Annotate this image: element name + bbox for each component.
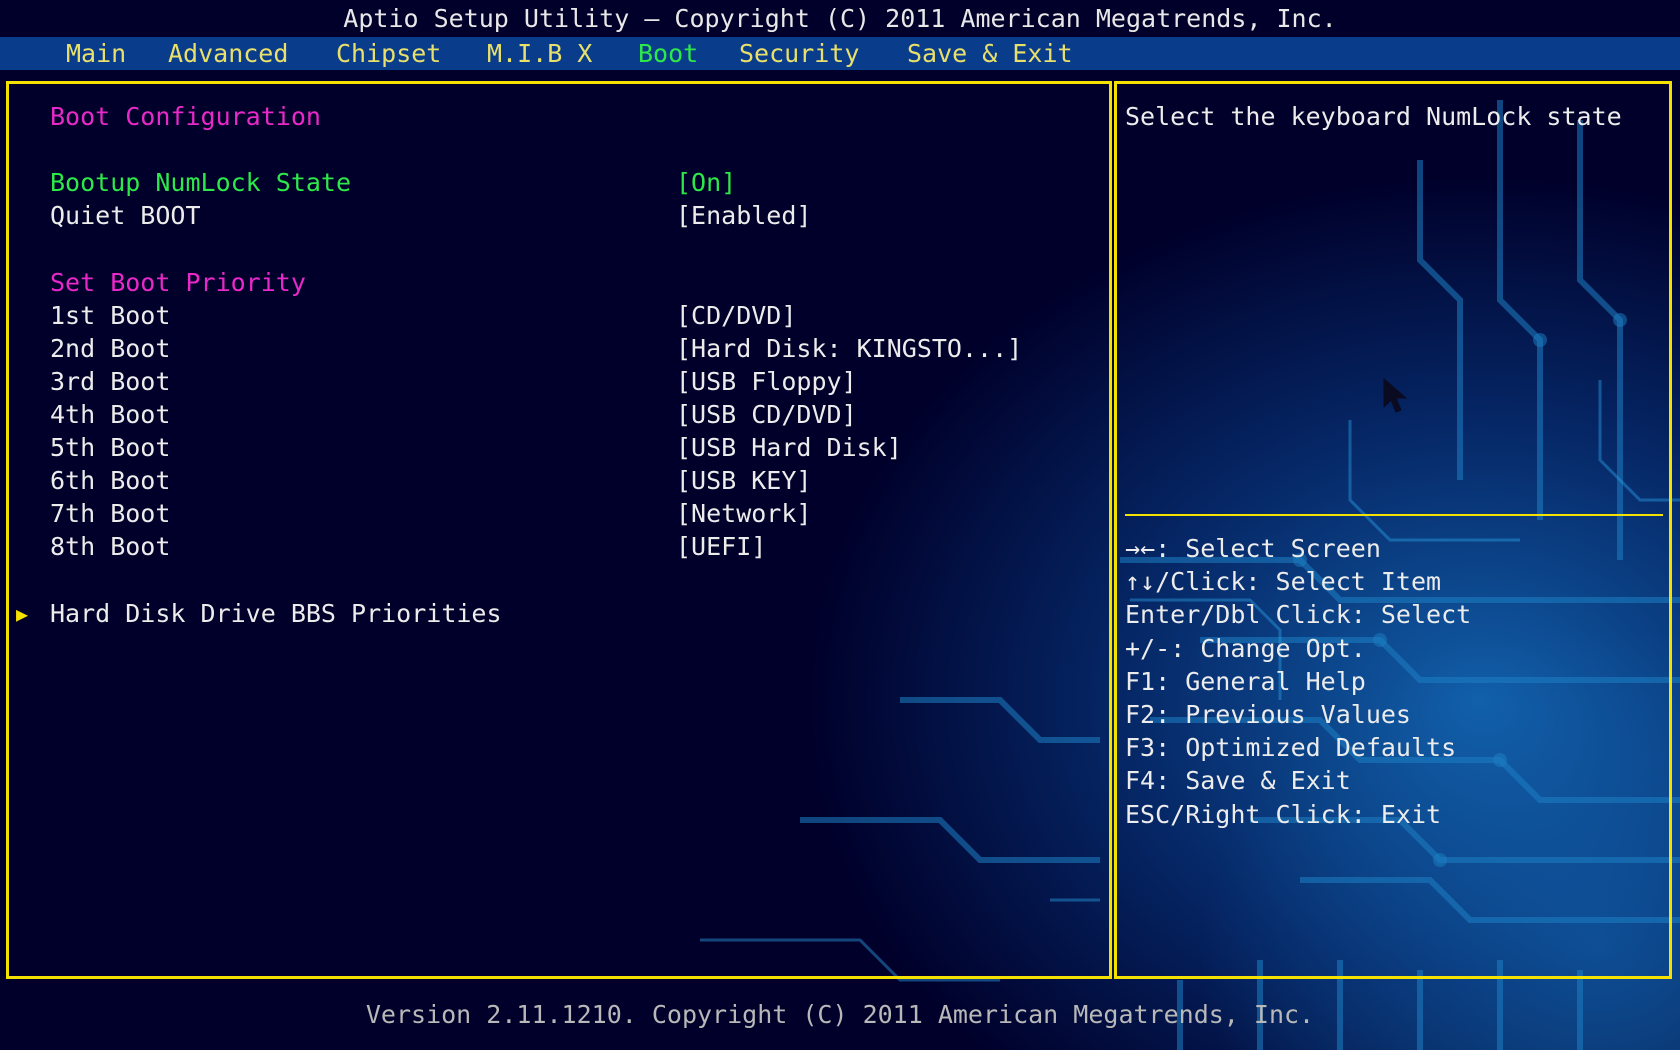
numlock-value[interactable]: [On] bbox=[676, 166, 736, 199]
key-hint-general-help: F1: General Help bbox=[1125, 666, 1366, 696]
section-set-boot-priority: Set Boot Priority bbox=[50, 268, 306, 297]
boot-option-4-label[interactable]: 4th Boot bbox=[50, 398, 170, 431]
tab-advanced[interactable]: Advanced bbox=[168, 37, 288, 70]
key-legend: →←: Select Screen ↑↓/Click: Select Item … bbox=[1125, 532, 1471, 831]
boot-option-7-value[interactable]: [Network] bbox=[676, 497, 811, 530]
window-title: Aptio Setup Utility – Copyright (C) 2011… bbox=[343, 4, 1337, 33]
boot-option-7-label[interactable]: 7th Boot bbox=[50, 497, 170, 530]
boot-option-2-value[interactable]: [Hard Disk: KINGSTO...] bbox=[676, 332, 1022, 365]
tab-save-exit[interactable]: Save & Exit bbox=[907, 37, 1073, 70]
tab-security[interactable]: Security bbox=[739, 37, 859, 70]
version-footer: Version 2.11.1210. Copyright (C) 2011 Am… bbox=[365, 1000, 1315, 1029]
hdd-bbs-priorities-submenu[interactable]: Hard Disk Drive BBS Priorities bbox=[50, 597, 502, 630]
key-hint-change-opt: +/-: Change Opt. bbox=[1125, 633, 1366, 663]
quiet-boot-label[interactable]: Quiet BOOT bbox=[50, 199, 201, 232]
key-hint-select-screen: →←: Select Screen bbox=[1125, 534, 1381, 563]
boot-option-4-value[interactable]: [USB CD/DVD] bbox=[676, 398, 857, 431]
boot-option-3-label[interactable]: 3rd Boot bbox=[50, 365, 170, 398]
submenu-arrow-icon: ▶ bbox=[16, 602, 29, 626]
tab-mib-x[interactable]: M.I.B X bbox=[487, 37, 592, 70]
menu-bar: Main Advanced Chipset M.I.B X Boot Secur… bbox=[0, 37, 1680, 70]
boot-option-6-value[interactable]: [USB KEY] bbox=[676, 464, 811, 497]
section-boot-configuration: Boot Configuration bbox=[50, 102, 321, 131]
key-hint-optimized-defaults: F3: Optimized Defaults bbox=[1125, 733, 1457, 763]
key-hint-save-exit: F4: Save & Exit bbox=[1125, 766, 1351, 796]
boot-option-1-value[interactable]: [CD/DVD] bbox=[676, 299, 796, 332]
boot-option-8-value[interactable]: [UEFI] bbox=[676, 530, 766, 563]
boot-option-2-label[interactable]: 2nd Boot bbox=[50, 332, 170, 365]
boot-option-5-label[interactable]: 5th Boot bbox=[50, 431, 170, 464]
key-hint-previous-values: F2: Previous Values bbox=[1125, 699, 1411, 729]
help-description: Select the keyboard NumLock state bbox=[1125, 102, 1622, 131]
tab-chipset[interactable]: Chipset bbox=[336, 37, 441, 70]
boot-option-5-value[interactable]: [USB Hard Disk] bbox=[676, 431, 902, 464]
boot-option-8-label[interactable]: 8th Boot bbox=[50, 530, 170, 563]
boot-option-1-label[interactable]: 1st Boot bbox=[50, 299, 170, 332]
key-hint-select-item: ↑↓/Click: Select Item bbox=[1125, 567, 1442, 597]
key-hint-select: Enter/Dbl Click: Select bbox=[1125, 600, 1472, 630]
quiet-boot-value[interactable]: [Enabled] bbox=[676, 199, 811, 232]
tab-main[interactable]: Main bbox=[66, 37, 126, 70]
boot-option-6-label[interactable]: 6th Boot bbox=[50, 464, 170, 497]
panel-divider bbox=[1114, 81, 1117, 979]
help-panel bbox=[1114, 81, 1672, 979]
mouse-pointer-icon bbox=[1383, 377, 1408, 413]
help-divider bbox=[1125, 514, 1663, 516]
key-hint-exit: ESC/Right Click: Exit bbox=[1125, 799, 1442, 829]
tab-boot[interactable]: Boot bbox=[638, 37, 698, 70]
numlock-label[interactable]: Bootup NumLock State bbox=[50, 166, 351, 199]
boot-option-3-value[interactable]: [USB Floppy] bbox=[676, 365, 857, 398]
